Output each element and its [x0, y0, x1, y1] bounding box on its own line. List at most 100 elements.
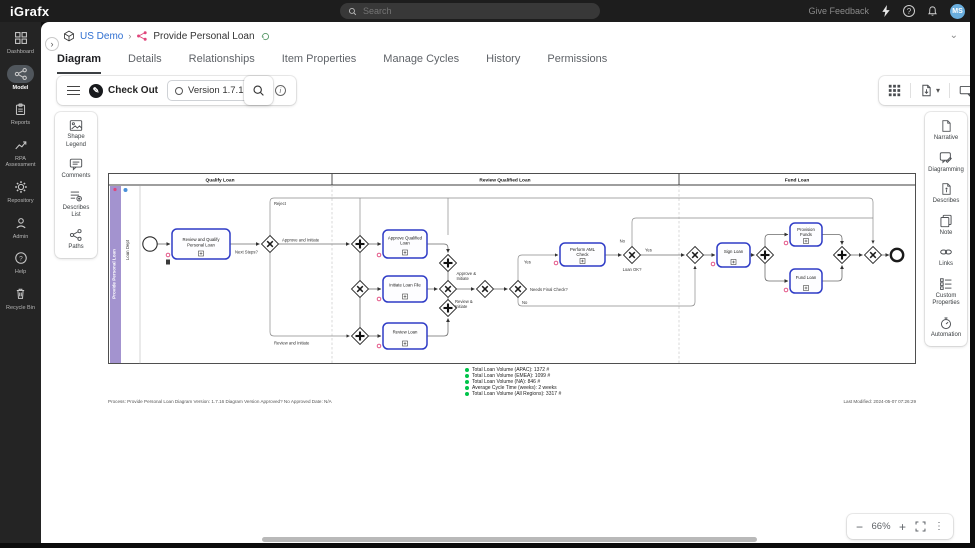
paths-button[interactable]: Paths	[68, 228, 84, 252]
gateway-parallel-join-top[interactable]	[438, 253, 458, 273]
tab-diagram[interactable]: Diagram	[57, 53, 102, 74]
dashboard-icon	[7, 29, 34, 47]
sidebar-item-reports[interactable]: Reports	[7, 100, 34, 127]
gateway-parallel-fund-join[interactable]	[832, 245, 852, 265]
chevron-down-icon[interactable]: ⌄	[950, 30, 958, 41]
links-button[interactable]: Links	[939, 245, 953, 269]
menu-icon[interactable]	[67, 85, 80, 96]
avatar[interactable]: MS	[950, 3, 965, 19]
gateway-final-merge[interactable]	[863, 245, 883, 265]
task-approve-qualified-loan[interactable]: Approve Qualified Loan	[376, 229, 428, 259]
more-options-icon[interactable]: ⋮	[934, 521, 944, 532]
narrative-button[interactable]: Narrative	[934, 119, 958, 143]
lightning-icon[interactable]	[881, 5, 891, 17]
give-feedback-link[interactable]: Give Feedback	[808, 6, 869, 16]
task-sign-loan[interactable]: Sign Loan	[710, 242, 751, 268]
sidebar-item-model[interactable]: Model	[7, 64, 34, 92]
export-button[interactable]: ▾	[920, 84, 940, 97]
task-initiate-loan-file[interactable]: Initiate Loan File	[376, 275, 428, 303]
task-review-loan[interactable]: Review Loan	[376, 322, 428, 350]
task-review-and-qualify-personal-loan[interactable]: Review and Qualify Personal Loan	[165, 228, 231, 265]
gateway-parallel-split-top[interactable]	[350, 234, 370, 254]
link-icon	[940, 249, 952, 255]
automation-button[interactable]: Automation	[931, 316, 961, 340]
shape-legend-button[interactable]: Shape Legend	[66, 119, 86, 149]
search-input[interactable]	[363, 6, 563, 16]
gateway-parallel-join-bottom[interactable]	[438, 298, 458, 318]
sidebar-item-rpa-assessment[interactable]: RPA Assessment	[0, 136, 41, 169]
search-icon	[348, 7, 357, 15]
green-dot-icon	[465, 368, 469, 372]
sidebar-item-repository[interactable]: Repository	[7, 178, 34, 205]
gateway-needs-final-check[interactable]	[508, 279, 528, 299]
global-search[interactable]	[340, 3, 600, 19]
lane-marker-icon	[123, 188, 128, 192]
zoom-in-button[interactable]: +	[899, 521, 906, 533]
svg-text:Review Loan: Review Loan	[393, 330, 418, 335]
export-document-icon	[922, 84, 931, 97]
diagramming-button[interactable]: Diagramming	[928, 151, 964, 175]
tab-history[interactable]: History	[486, 53, 520, 74]
start-event[interactable]	[142, 236, 158, 252]
diagram-search-button[interactable]	[244, 76, 273, 105]
breadcrumb-parent[interactable]: US Demo	[80, 31, 123, 42]
zoom-out-button[interactable]: −	[856, 521, 863, 533]
tab-details[interactable]: Details	[128, 53, 162, 74]
left-rail: Dashboard Model Reports RPA Assessment R…	[0, 22, 41, 548]
green-dot-icon	[465, 374, 469, 378]
phase-review-qualified-loan: Review Qualified Loan	[479, 177, 530, 183]
sidebar-item-admin[interactable]: Admin	[7, 214, 34, 241]
svg-text:Initiate: Initiate	[455, 304, 468, 309]
igrafx-logo: iGrafx	[10, 3, 50, 19]
resource-icon	[376, 343, 382, 349]
end-event[interactable]	[889, 247, 905, 263]
gateway-parallel-fund-split[interactable]	[755, 245, 775, 265]
task-fund-loan[interactable]: Fund Loan	[783, 268, 823, 294]
doc-icon	[166, 259, 170, 265]
tab-bar: Diagram Details Relationships Item Prope…	[57, 53, 607, 74]
breadcrumb-separator: ›	[128, 31, 132, 41]
svg-text:Initiate: Initiate	[457, 276, 470, 281]
gateway-merge-fund[interactable]	[685, 245, 705, 265]
version-ring-icon	[175, 86, 184, 95]
tab-item-properties[interactable]: Item Properties	[282, 53, 357, 74]
tab-permissions[interactable]: Permissions	[547, 53, 607, 74]
comments-button[interactable]: Comments	[61, 157, 91, 181]
note-button[interactable]: Note	[939, 214, 953, 238]
describes-list-button[interactable]: Describes List	[63, 189, 89, 220]
gateway-merge[interactable]	[475, 279, 495, 299]
gear-icon	[7, 178, 34, 196]
gateway-exclusive-mid[interactable]	[438, 279, 458, 299]
green-dot-icon	[465, 380, 469, 384]
version-history-icon[interactable]	[260, 31, 271, 42]
horizontal-scrollbar[interactable]	[262, 537, 757, 542]
grid-view-icon[interactable]	[888, 84, 901, 97]
breadcrumb-current: Provide Personal Loan	[153, 30, 255, 42]
resource-icon	[783, 287, 789, 293]
tab-manage-cycles[interactable]: Manage Cycles	[383, 53, 459, 74]
tab-relationships[interactable]: Relationships	[189, 53, 255, 74]
task-provision-funds[interactable]: Provision Funds	[783, 222, 823, 247]
check-out-button[interactable]: ✎ Check Out	[89, 83, 158, 98]
gateway-loan-ok[interactable]	[622, 245, 642, 265]
fullscreen-icon[interactable]	[915, 521, 926, 532]
task-perform-aml-check[interactable]: Perform AML Check	[553, 242, 606, 267]
gateway-exclusive-mid-left[interactable]	[350, 279, 370, 299]
diagram-canvas[interactable]: Qualify Loan Review Qualified Loan Fund …	[108, 173, 916, 365]
bell-icon[interactable]	[927, 5, 938, 17]
gateway-parallel-split-bottom[interactable]	[350, 326, 370, 346]
help-icon[interactable]: ?	[903, 5, 915, 17]
label-approve-and-initiate: Approve and Initiate	[282, 238, 320, 243]
trend-chart-icon	[7, 136, 34, 154]
describes-button[interactable]: Describes	[933, 182, 959, 206]
info-icon[interactable]: i	[274, 85, 286, 96]
phase-fund-loan: Fund Loan	[785, 177, 810, 183]
divider	[949, 83, 951, 98]
bubble-pencil-icon	[939, 151, 952, 163]
custom-properties-button[interactable]: Custom Properties	[932, 277, 960, 308]
sidebar-item-recycle-bin[interactable]: Recycle Bin	[6, 285, 35, 312]
sidebar-item-help[interactable]: ? Help	[7, 249, 34, 276]
sidebar-item-dashboard[interactable]: Dashboard	[7, 29, 34, 56]
collapse-panel-button[interactable]: ›	[45, 37, 59, 51]
gateway-next-steps[interactable]	[260, 234, 280, 254]
